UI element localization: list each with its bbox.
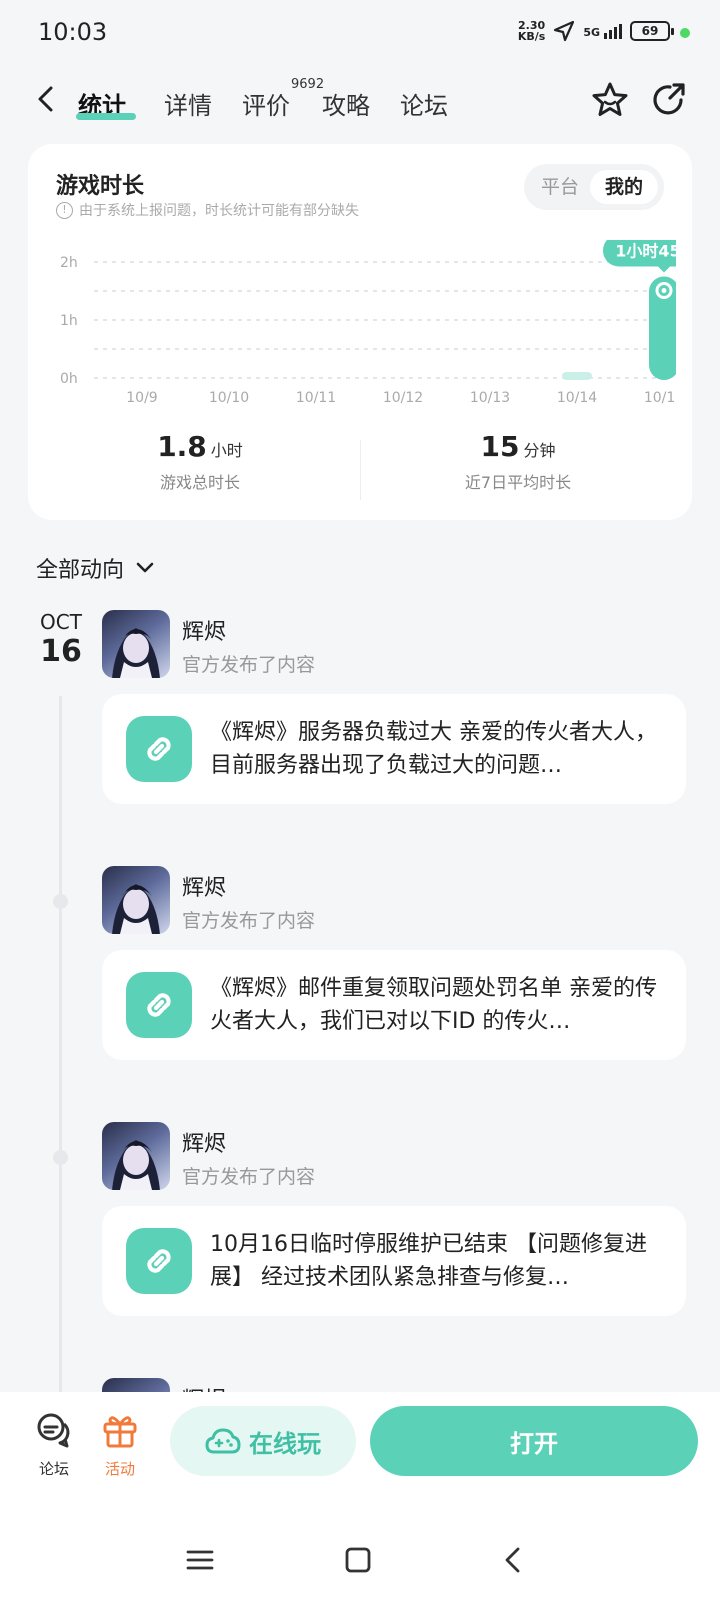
star-icon[interactable] [590, 80, 630, 120]
tab-active-indicator [76, 113, 136, 120]
share-icon[interactable] [648, 80, 688, 120]
gamepad-cloud-icon [205, 1428, 241, 1454]
chart-bar [562, 372, 592, 380]
status-icons: 2.30 KB/s 5G 69 [517, 19, 674, 43]
total-value: 1.8 [157, 430, 207, 463]
total-unit: 小时 [210, 441, 243, 460]
net-speed: 2.30 KB/s [517, 19, 546, 43]
post-author[interactable]: 辉烬 [182, 1126, 226, 1158]
home-icon[interactable] [338, 1540, 378, 1580]
x-tick-label: 10/14 [557, 390, 597, 406]
average-playtime-stat: 15 分钟 近7日平均时长 [358, 430, 678, 493]
total-label: 游戏总时长 [159, 473, 240, 492]
privacy-dot [680, 28, 690, 38]
post-text: 《辉烬》邮件重复领取问题处罚名单 亲爱的传火者大人，我们已对以下ID 的传火… [210, 976, 657, 1034]
location-arrow-icon [554, 20, 575, 42]
playtime-chart: 0h 1h 2h 10/9 10/10 10/11 10/12 10/13 10/14 10/15… [60, 240, 676, 406]
avg-label: 近7日平均时长 [464, 473, 572, 492]
x-tick-label: 10/10 [209, 390, 249, 406]
post-author[interactable]: 辉烬 [182, 870, 226, 902]
link-icon [126, 716, 192, 782]
x-tick-label: 10/15 [644, 390, 676, 406]
post-action: 官方发布了内容 [182, 654, 316, 676]
review-count-badge: 9692 [291, 77, 325, 92]
post-author[interactable]: 辉烬 [182, 614, 226, 646]
x-tick-label: 10/11 [296, 390, 336, 406]
filter-label: 全部动向 [36, 558, 125, 583]
timeline-dot [53, 894, 68, 909]
total-playtime-stat: 1.8 小时 游戏总时长 [40, 430, 360, 493]
status-time: 10:03 [38, 18, 108, 46]
post-action: 官方发布了内容 [182, 910, 316, 932]
bar-marker-center [661, 288, 667, 293]
x-tick-label: 10/9 [126, 390, 157, 406]
avatar[interactable] [102, 866, 170, 934]
timeline-line [59, 696, 62, 1396]
post-text: 《辉烬》服务器负载过大 亲爱的传火者大人，目前服务器出现了负载过大的问题… [210, 720, 657, 778]
timeline-dot [53, 1150, 68, 1165]
y-tick-label: 1h [60, 313, 78, 329]
tab-forum[interactable]: 论坛 [400, 86, 448, 121]
forum-button[interactable]: 论坛 [24, 1410, 84, 1479]
open-game-button[interactable]: 打开 [370, 1406, 698, 1476]
date-day: 16 [40, 634, 82, 669]
date-month: OCT [40, 610, 82, 634]
chevron-down-icon [136, 562, 154, 573]
back-icon[interactable] [494, 1540, 534, 1580]
link-icon [126, 1228, 192, 1294]
avatar[interactable] [102, 1122, 170, 1190]
card-title: 游戏时长 [56, 174, 145, 199]
y-tick-label: 0h [60, 371, 78, 387]
feed-filter-dropdown[interactable]: 全部动向 [36, 552, 156, 584]
x-tick-label: 10/12 [383, 390, 423, 406]
post-text: 10月16日临时停服维护已结束 【问题修复进展】 经过技术团队紧急排查与修复… [210, 1232, 647, 1290]
tab-reviews[interactable]: 评价 [242, 86, 290, 121]
avg-value: 15 [480, 430, 520, 463]
battery-icon: 69 [630, 21, 674, 41]
x-tick-label: 10/13 [470, 390, 510, 406]
tab-details[interactable]: 详情 [164, 86, 212, 121]
y-tick-label: 2h [60, 255, 78, 271]
chat-bubbles-icon [37, 1413, 70, 1448]
avg-unit: 分钟 [523, 441, 556, 460]
tooltip-label: 1小时45分钟 [615, 242, 676, 261]
play-online-button[interactable]: 在线玩 [170, 1406, 356, 1476]
activity-button[interactable]: 活动 [90, 1410, 150, 1479]
back-arrow-icon[interactable] [32, 84, 62, 114]
card-note: ! 由于系统上报问题，时长统计可能有部分缺失 [56, 200, 359, 220]
avatar[interactable] [102, 610, 170, 678]
menu-icon[interactable] [180, 1540, 220, 1580]
gift-icon [103, 1416, 137, 1448]
link-icon [126, 972, 192, 1038]
info-icon: ! [56, 201, 73, 219]
tab-guides[interactable]: 攻略 [322, 86, 370, 121]
segment-mine[interactable]: 我的 [590, 170, 658, 204]
signal-indicator: 5G [583, 23, 622, 39]
post-action: 官方发布了内容 [182, 1166, 316, 1188]
segment-platform[interactable]: 平台 [530, 170, 590, 204]
tooltip-pointer [658, 266, 670, 273]
